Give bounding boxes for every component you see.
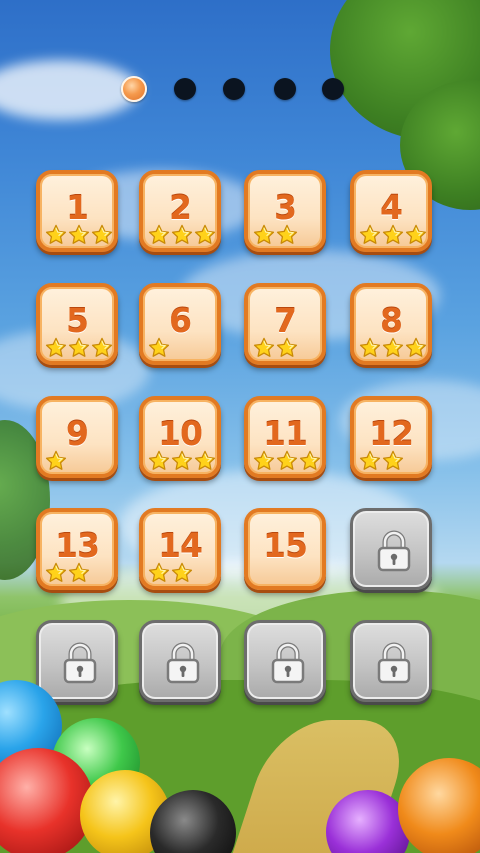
level-number: 7 <box>274 301 297 340</box>
page-dot[interactable] <box>223 78 245 100</box>
level-tile-4[interactable]: 4 <box>350 170 432 252</box>
star-icon <box>148 337 170 359</box>
level-tile-12[interactable]: 12 <box>350 396 432 478</box>
star-icon <box>171 450 193 472</box>
level-tile-locked[interactable] <box>244 620 326 702</box>
star-icon <box>253 224 275 246</box>
star-icon <box>194 224 216 246</box>
level-tile-7[interactable]: 7 <box>244 283 326 365</box>
star-icon <box>91 337 113 359</box>
star-icon <box>253 450 275 472</box>
level-number: 4 <box>380 188 403 227</box>
level-number: 12 <box>369 414 414 453</box>
level-stars <box>45 224 114 246</box>
level-number: 5 <box>66 301 89 340</box>
level-tile-10[interactable]: 10 <box>139 396 221 478</box>
level-tile-6[interactable]: 6 <box>139 283 221 365</box>
padlock-icon <box>375 641 413 685</box>
level-stars <box>253 337 299 359</box>
level-number: 3 <box>274 188 297 227</box>
level-tile-15[interactable]: 15 <box>244 508 326 590</box>
level-tile-locked[interactable] <box>139 620 221 702</box>
level-number: 2 <box>169 188 192 227</box>
padlock-icon <box>269 641 307 685</box>
level-tile-14[interactable]: 14 <box>139 508 221 590</box>
star-icon <box>382 224 404 246</box>
level-stars <box>148 450 217 472</box>
star-icon <box>359 337 381 359</box>
page-dot-active[interactable] <box>121 76 147 102</box>
level-select-screen: 1 2 3 4 5 6 7 8 9 10 11 12 13 14 15 <box>0 0 480 853</box>
level-number: 1 <box>66 188 89 227</box>
star-icon <box>276 450 298 472</box>
level-number: 11 <box>263 414 308 453</box>
star-icon <box>68 562 90 584</box>
star-icon <box>68 337 90 359</box>
star-icon <box>45 562 67 584</box>
level-tile-3[interactable]: 3 <box>244 170 326 252</box>
star-icon <box>45 337 67 359</box>
level-tile-locked[interactable] <box>350 620 432 702</box>
level-stars <box>45 337 114 359</box>
level-stars <box>148 224 217 246</box>
star-icon <box>382 450 404 472</box>
level-number: 10 <box>158 414 203 453</box>
level-tile-1[interactable]: 1 <box>36 170 118 252</box>
level-stars <box>359 337 428 359</box>
star-icon <box>276 224 298 246</box>
star-icon <box>405 224 427 246</box>
level-number: 8 <box>380 301 403 340</box>
level-stars <box>148 337 171 359</box>
level-stars <box>253 450 322 472</box>
star-icon <box>148 562 170 584</box>
star-icon <box>299 450 321 472</box>
star-icon <box>148 450 170 472</box>
level-tile-2[interactable]: 2 <box>139 170 221 252</box>
star-icon <box>405 337 427 359</box>
star-icon <box>194 450 216 472</box>
star-icon <box>171 224 193 246</box>
padlock-icon <box>61 641 99 685</box>
level-stars <box>253 224 299 246</box>
level-tile-locked[interactable] <box>350 508 432 590</box>
level-number: 14 <box>158 526 203 565</box>
star-icon <box>91 224 113 246</box>
page-dot[interactable] <box>174 78 196 100</box>
star-icon <box>68 224 90 246</box>
level-stars <box>45 562 91 584</box>
star-icon <box>276 337 298 359</box>
level-stars <box>359 224 428 246</box>
level-number: 6 <box>169 301 192 340</box>
level-tile-8[interactable]: 8 <box>350 283 432 365</box>
page-dot[interactable] <box>274 78 296 100</box>
star-icon <box>382 337 404 359</box>
star-icon <box>359 224 381 246</box>
level-stars <box>359 450 405 472</box>
star-icon <box>359 450 381 472</box>
star-icon <box>45 224 67 246</box>
page-dot[interactable] <box>322 78 344 100</box>
level-tile-locked[interactable] <box>36 620 118 702</box>
level-number: 9 <box>66 414 89 453</box>
page-indicator <box>0 76 480 104</box>
level-number: 15 <box>263 526 308 565</box>
padlock-icon <box>375 529 413 573</box>
padlock-icon <box>164 641 202 685</box>
level-tile-9[interactable]: 9 <box>36 396 118 478</box>
star-icon <box>253 337 275 359</box>
level-stars <box>45 450 68 472</box>
level-tile-13[interactable]: 13 <box>36 508 118 590</box>
star-icon <box>148 224 170 246</box>
star-icon <box>171 562 193 584</box>
level-number: 13 <box>55 526 100 565</box>
level-stars <box>148 562 194 584</box>
star-icon <box>45 450 67 472</box>
level-tile-5[interactable]: 5 <box>36 283 118 365</box>
level-tile-11[interactable]: 11 <box>244 396 326 478</box>
